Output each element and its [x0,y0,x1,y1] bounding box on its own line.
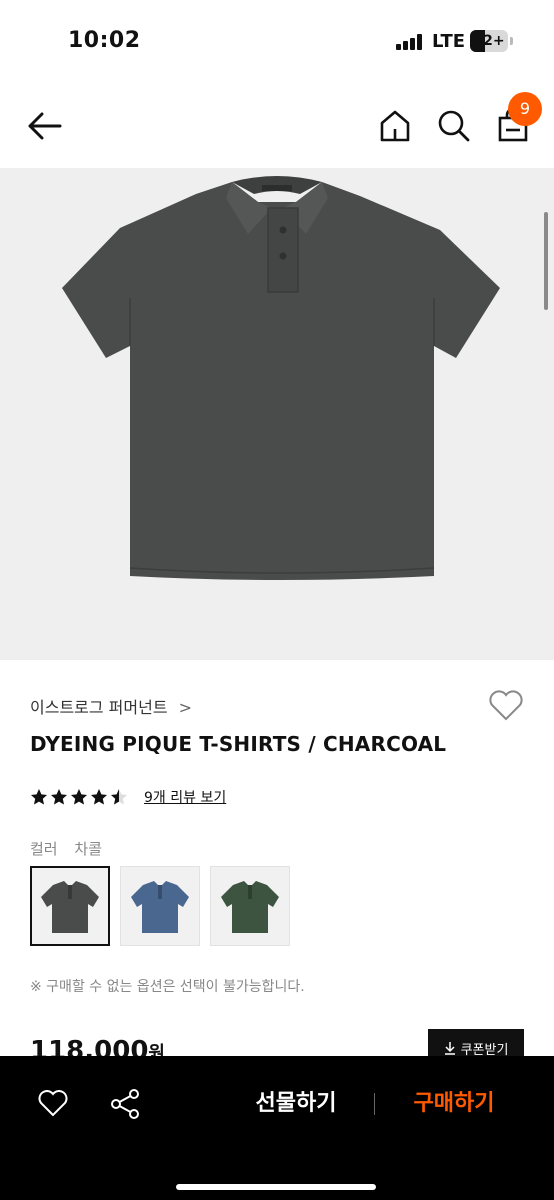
color-swatch-charcoal[interactable] [30,866,110,946]
arrow-left-icon [28,112,62,140]
product-image[interactable] [0,168,554,660]
star-icon [71,789,87,805]
star-icon [31,789,47,805]
battery-tip [510,37,513,45]
color-swatch-blue[interactable] [120,866,200,946]
polo-shirt-thumbnail [41,881,99,933]
share-icon [111,1089,139,1119]
gift-button[interactable]: 선물하기 [226,1086,366,1122]
color-swatch-green[interactable] [210,866,290,946]
scroll-indicator[interactable] [544,212,548,310]
review-link[interactable]: 9개 리뷰 보기 [144,787,226,807]
battery-icon: 12+ [470,30,508,52]
color-label: 컬러 [30,840,58,858]
chevron-right-icon: > [178,698,193,717]
status-time: 10:02 [68,28,141,53]
network-label: LTE [432,31,466,52]
color-value: 차콜 [74,840,102,858]
star-icon [111,789,127,805]
option-notice: ※ 구매할 수 없는 옵션은 선택이 불가능합니다. [30,979,305,995]
search-button[interactable] [436,108,472,144]
bottom-wishlist-button[interactable] [38,1090,68,1118]
heart-icon [38,1090,68,1117]
cart-count-badge: 9 [508,92,542,126]
top-navigation [0,84,554,168]
rating-row: 9개 리뷰 보기 [30,786,226,808]
color-swatches [30,866,300,946]
status-bar: 10:02 LTE 12+ [0,0,554,84]
bottom-action-bar: 선물하기 구매하기 [0,1056,554,1200]
heart-icon [489,690,523,721]
star-icon [91,789,107,805]
buy-button[interactable]: 구매하기 [384,1086,524,1122]
download-icon [444,1042,455,1055]
divider [374,1093,375,1115]
brand-link[interactable]: 이스트로그 퍼머넌트 > [30,694,192,718]
polo-shirt-thumbnail [221,881,279,933]
home-icon [380,110,410,142]
polo-shirt-image [62,176,500,580]
coupon-label: 쿠폰받기 [460,1042,509,1058]
back-button[interactable] [24,106,66,146]
search-icon [438,110,470,142]
home-button[interactable] [378,108,412,144]
battery-level: 12+ [473,33,505,49]
signal-icon [396,34,422,50]
share-button[interactable] [110,1088,140,1120]
star-icon [51,789,67,805]
home-indicator [176,1184,376,1190]
color-option-label: 컬러 차콜 [30,838,102,859]
star-rating [30,788,130,806]
product-title: DYEING PIQUE T-SHIRTS / CHARCOAL [30,732,447,756]
wishlist-button[interactable] [488,690,524,722]
brand-name: 이스트로그 퍼머넌트 [30,698,168,717]
polo-shirt-thumbnail [131,881,189,933]
